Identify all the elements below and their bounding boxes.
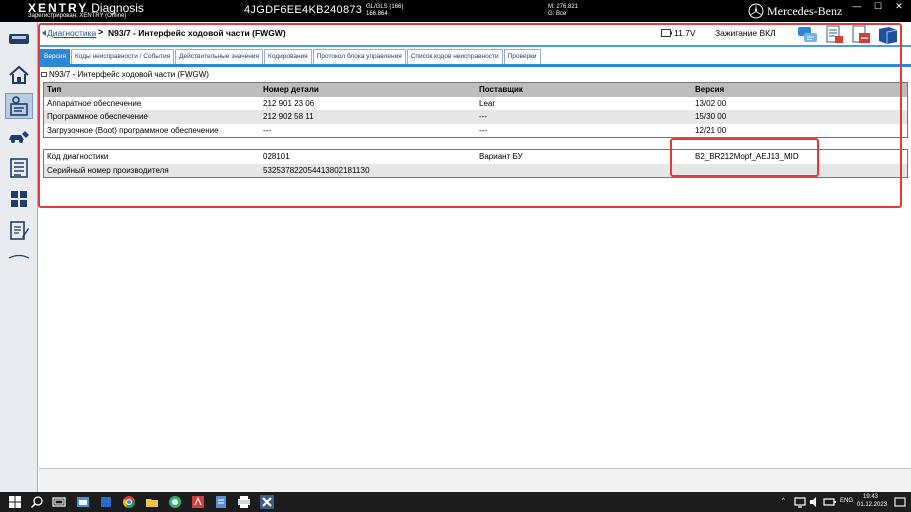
app-print-icon[interactable]	[237, 495, 251, 509]
clock-date[interactable]: 01.12.2023	[857, 502, 887, 508]
clipboard-pen-icon	[10, 221, 29, 240]
xrd-icon	[8, 254, 30, 259]
registration-status: Зарегистрирован: XENTRY (Offline)	[28, 13, 127, 19]
home-button[interactable]	[5, 62, 33, 88]
vehicle-menu-button[interactable]	[5, 26, 33, 52]
xentry-taskbar-icon[interactable]	[260, 495, 274, 509]
notes-button[interactable]	[5, 217, 33, 243]
windows-start-icon[interactable]	[8, 495, 22, 509]
xrd-button[interactable]	[5, 246, 33, 272]
maximize-button[interactable]: ☐	[867, 0, 889, 14]
gearbox-code: G: Все	[548, 11, 567, 17]
network-icon[interactable]	[793, 495, 807, 509]
engine-code: M: 276.821	[548, 4, 579, 10]
task-view-icon[interactable]	[52, 495, 66, 509]
clock-time[interactable]: 19:43	[863, 494, 878, 500]
list-icon	[10, 158, 28, 178]
acrobat-icon[interactable]	[191, 495, 205, 509]
chrome-icon[interactable]	[122, 495, 136, 509]
annotation-box-main	[38, 23, 902, 208]
diagnosis-button[interactable]	[5, 93, 33, 119]
vehicle-model-code: 166.864	[366, 11, 388, 17]
annotation-box-variant	[670, 138, 819, 177]
car-wrench-icon	[9, 131, 29, 143]
mercedes-star-icon	[748, 3, 764, 19]
list-button[interactable]	[5, 155, 33, 181]
vin-number: 4JGDF6EE4KB240873	[244, 4, 363, 16]
vehicle-model: GL/GLS (166)	[366, 4, 404, 10]
battery-tray-icon[interactable]	[823, 495, 837, 509]
app-blue-icon[interactable]	[99, 495, 113, 509]
keyboard-language[interactable]: ENG	[840, 498, 853, 504]
windows-taskbar: ^ ENG 19:43 01.12.2023	[0, 492, 911, 512]
app-green-icon[interactable]	[168, 495, 182, 509]
home-icon	[9, 65, 29, 84]
status-area	[39, 468, 911, 492]
left-sidebar	[0, 22, 38, 492]
app-window-icon[interactable]	[76, 495, 90, 509]
grid-icon	[11, 191, 27, 207]
vehicle-test-button[interactable]	[5, 124, 33, 150]
tray-chevron-icon[interactable]: ^	[782, 498, 785, 504]
diagnosis-icon	[10, 96, 28, 116]
maker-name: Mercedes-Benz	[767, 4, 843, 18]
file-explorer-icon[interactable]	[145, 495, 159, 509]
notification-icon[interactable]	[893, 495, 907, 509]
volume-icon[interactable]	[808, 495, 822, 509]
minimize-button[interactable]: —	[846, 0, 868, 14]
close-button[interactable]: ✕	[888, 0, 910, 14]
modules-button[interactable]	[5, 186, 33, 212]
search-icon[interactable]	[30, 495, 44, 509]
car-menu-icon	[9, 34, 29, 44]
app-doc-icon[interactable]	[214, 495, 228, 509]
title-bar: XENTRY Diagnosis Зарегистрирован: XENTRY …	[0, 0, 911, 22]
